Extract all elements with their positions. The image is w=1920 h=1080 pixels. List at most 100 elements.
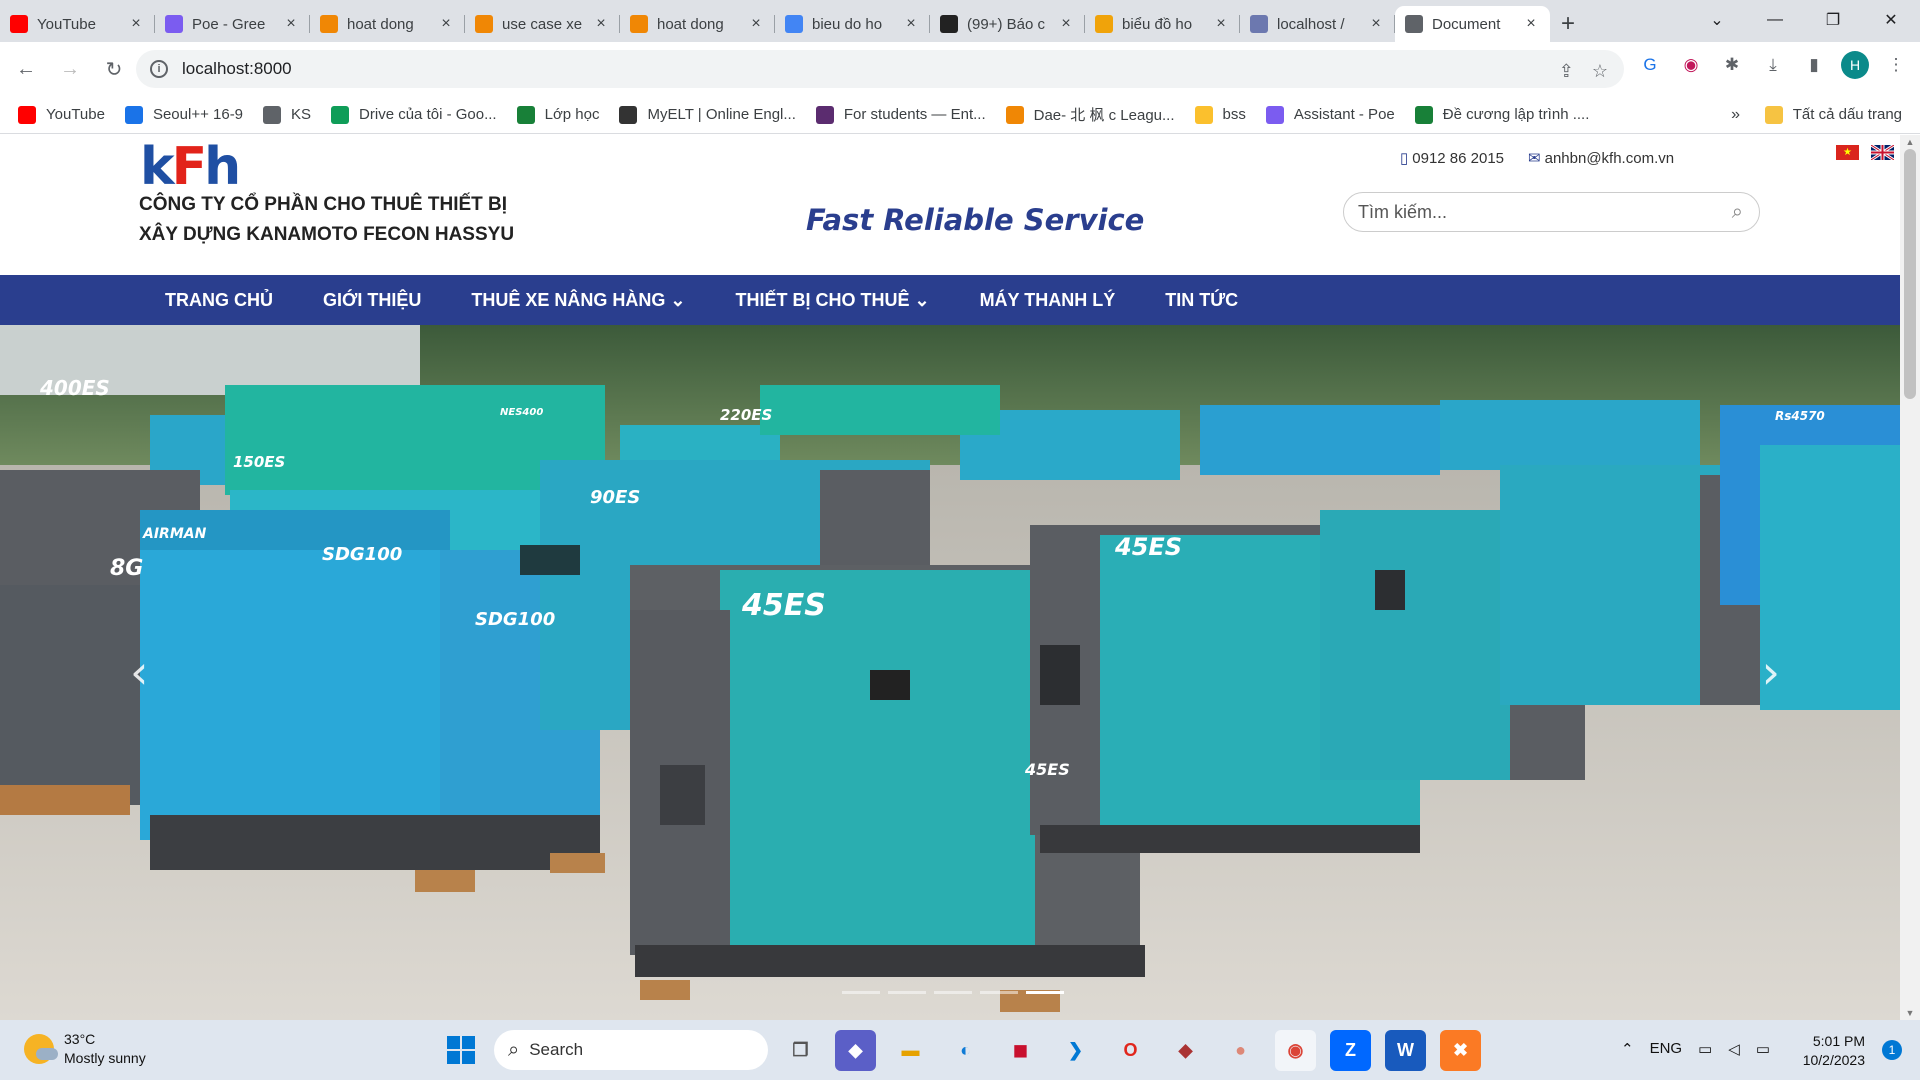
- address-bar[interactable]: i localhost:8000 ⇪ ☆: [136, 50, 1624, 88]
- back-button[interactable]: ←: [8, 51, 44, 87]
- tab-close-icon[interactable]: ×: [1367, 15, 1385, 33]
- bookmark-star-icon[interactable]: ☆: [1592, 61, 1608, 82]
- nav-item[interactable]: THUÊ XE NÂNG HÀNG ⌄: [471, 290, 685, 311]
- edge-icon[interactable]: ◐: [945, 1030, 986, 1071]
- bookmark-item[interactable]: Dae- 北 枫 c Leagu...: [1005, 104, 1175, 125]
- carousel-indicator[interactable]: [888, 991, 926, 994]
- browser-tab[interactable]: (99+) Báo c ×: [930, 6, 1085, 42]
- tab-close-icon[interactable]: ×: [1522, 15, 1540, 33]
- taskbar-search[interactable]: ⌕ Search: [494, 1030, 768, 1070]
- bookmark-item[interactable]: Assistant - Poe: [1265, 105, 1395, 124]
- bookmark-item[interactable]: For students — Ent...: [815, 105, 986, 124]
- tab-close-icon[interactable]: ×: [282, 15, 300, 33]
- menu-kebab-icon[interactable]: ⋮: [1882, 51, 1910, 79]
- bookmarks-overflow-button[interactable]: »: [1731, 106, 1740, 124]
- tab-close-icon[interactable]: ×: [902, 15, 920, 33]
- side-panel-icon[interactable]: ▮: [1800, 51, 1828, 79]
- tab-close-icon[interactable]: ×: [1212, 15, 1230, 33]
- opera-icon[interactable]: O: [1110, 1030, 1151, 1071]
- browser-tab[interactable]: localhost / ×: [1240, 6, 1395, 42]
- browser-tab[interactable]: Poe - Gree ×: [155, 6, 310, 42]
- start-button[interactable]: [447, 1036, 475, 1064]
- carousel-prev-arrow[interactable]: ‹: [130, 645, 148, 699]
- bookmark-item[interactable]: Seoul++ 16-9: [124, 105, 243, 124]
- browser-tab[interactable]: Document ×: [1395, 6, 1550, 42]
- site-info-icon[interactable]: i: [150, 60, 168, 78]
- carousel-next-arrow[interactable]: ›: [1762, 645, 1780, 699]
- share-icon[interactable]: ⇪: [1559, 61, 1574, 82]
- tab-search-chevron-icon[interactable]: ⌄: [1688, 0, 1746, 40]
- nav-item[interactable]: TRANG CHỦ: [165, 290, 273, 311]
- task-view-icon[interactable]: ❐: [780, 1030, 821, 1071]
- word-icon[interactable]: W: [1385, 1030, 1426, 1071]
- search-icon[interactable]: ⌕: [1732, 201, 1743, 224]
- bookmark-item[interactable]: Lớp học: [516, 105, 599, 124]
- browser-tab[interactable]: hoat dong ×: [620, 6, 775, 42]
- carousel-indicator[interactable]: [980, 991, 1018, 994]
- close-window-button[interactable]: ✕: [1862, 0, 1920, 40]
- download-icon[interactable]: ⤓: [1759, 51, 1787, 79]
- browser-tab[interactable]: biểu đồ ho ×: [1085, 6, 1240, 42]
- forward-button[interactable]: →: [52, 51, 88, 87]
- translate-extension-icon[interactable]: G: [1636, 51, 1664, 79]
- bookmark-item[interactable]: MyELT | Online Engl...: [619, 105, 796, 124]
- nav-item[interactable]: THIẾT BỊ CHO THUÊ ⌄: [735, 290, 929, 311]
- browser-tab[interactable]: hoat dong ×: [310, 6, 465, 42]
- browser-tab[interactable]: use case xe ×: [465, 6, 620, 42]
- carousel-indicator[interactable]: [1026, 991, 1064, 994]
- browser-tab[interactable]: bieu do ho ×: [775, 6, 930, 42]
- notification-badge[interactable]: 1: [1882, 1040, 1902, 1060]
- extensions-puzzle-icon[interactable]: ✱: [1718, 51, 1746, 79]
- company-name-line1: CÔNG TY CỔ PHẦN CHO THUÊ THIẾT BỊ: [139, 194, 508, 215]
- all-bookmarks-folder[interactable]: Tất cả dấu trang: [1764, 105, 1902, 124]
- mcafee-icon[interactable]: ◼: [1000, 1030, 1041, 1071]
- clock[interactable]: 5:01 PM 10/2/2023: [1803, 1032, 1865, 1070]
- phone-contact[interactable]: ▯ 0912 86 2015: [1400, 149, 1504, 167]
- file-explorer-icon[interactable]: ▬: [890, 1030, 931, 1071]
- browser-tab[interactable]: YouTube ×: [0, 6, 155, 42]
- tab-close-icon[interactable]: ×: [437, 15, 455, 33]
- bookmark-item[interactable]: bss: [1194, 105, 1246, 124]
- email-contact[interactable]: ✉ anhbn@kfh.com.vn: [1528, 149, 1674, 167]
- minimize-button[interactable]: —: [1746, 0, 1804, 40]
- kfh-logo[interactable]: kFh: [140, 141, 241, 193]
- bookmark-item[interactable]: Drive của tôi - Goo...: [331, 105, 497, 124]
- chrome-icon[interactable]: ◉: [1275, 1030, 1316, 1071]
- vietnam-flag-icon[interactable]: ★: [1836, 145, 1859, 160]
- scroll-down-arrow[interactable]: ▼: [1900, 1008, 1920, 1018]
- tab-close-icon[interactable]: ×: [127, 15, 145, 33]
- tab-close-icon[interactable]: ×: [592, 15, 610, 33]
- tray-overflow-chevron-icon[interactable]: ⌃: [1621, 1040, 1634, 1058]
- bookmark-item[interactable]: YouTube: [18, 105, 105, 124]
- nav-item[interactable]: TIN TỨC: [1165, 290, 1238, 311]
- carousel-indicator[interactable]: [934, 991, 972, 994]
- site-search-input[interactable]: Tìm kiếm... ⌕: [1343, 192, 1760, 232]
- xampp-icon[interactable]: ✖: [1440, 1030, 1481, 1071]
- tab-close-icon[interactable]: ×: [747, 15, 765, 33]
- anime-app-icon[interactable]: ●: [1220, 1030, 1261, 1071]
- network-icon[interactable]: ▭: [1698, 1040, 1712, 1058]
- uk-flag-icon[interactable]: [1871, 145, 1894, 160]
- weather-widget[interactable]: 33°C Mostly sunny: [24, 1030, 146, 1068]
- bookmark-item[interactable]: Đề cương lập trình ....: [1414, 105, 1589, 124]
- battery-icon[interactable]: ▭: [1756, 1040, 1770, 1058]
- reload-button[interactable]: ↻: [96, 51, 132, 87]
- profile-avatar[interactable]: H: [1841, 51, 1869, 79]
- zalo-icon[interactable]: Z: [1330, 1030, 1371, 1071]
- carousel-indicator[interactable]: [842, 991, 880, 994]
- teams-chat-icon[interactable]: ◆: [835, 1030, 876, 1071]
- vscode-icon[interactable]: ❯: [1055, 1030, 1096, 1071]
- maximize-button[interactable]: ❐: [1804, 0, 1862, 40]
- nav-item[interactable]: MÁY THANH LÝ: [980, 290, 1116, 311]
- nav-item[interactable]: GIỚI THIỆU: [323, 290, 421, 311]
- language-indicator[interactable]: ENG: [1650, 1040, 1683, 1058]
- volume-icon[interactable]: ◁: [1728, 1040, 1740, 1058]
- scrollbar-thumb[interactable]: [1904, 149, 1916, 399]
- game-icon[interactable]: ◆: [1165, 1030, 1206, 1071]
- page-scrollbar[interactable]: ▲ ▼: [1900, 135, 1920, 1020]
- scroll-up-arrow[interactable]: ▲: [1900, 137, 1920, 147]
- tab-close-icon[interactable]: ×: [1057, 15, 1075, 33]
- new-tab-button[interactable]: +: [1550, 6, 1586, 42]
- color-extension-icon[interactable]: ◉: [1677, 51, 1705, 79]
- bookmark-item[interactable]: KS: [263, 105, 311, 124]
